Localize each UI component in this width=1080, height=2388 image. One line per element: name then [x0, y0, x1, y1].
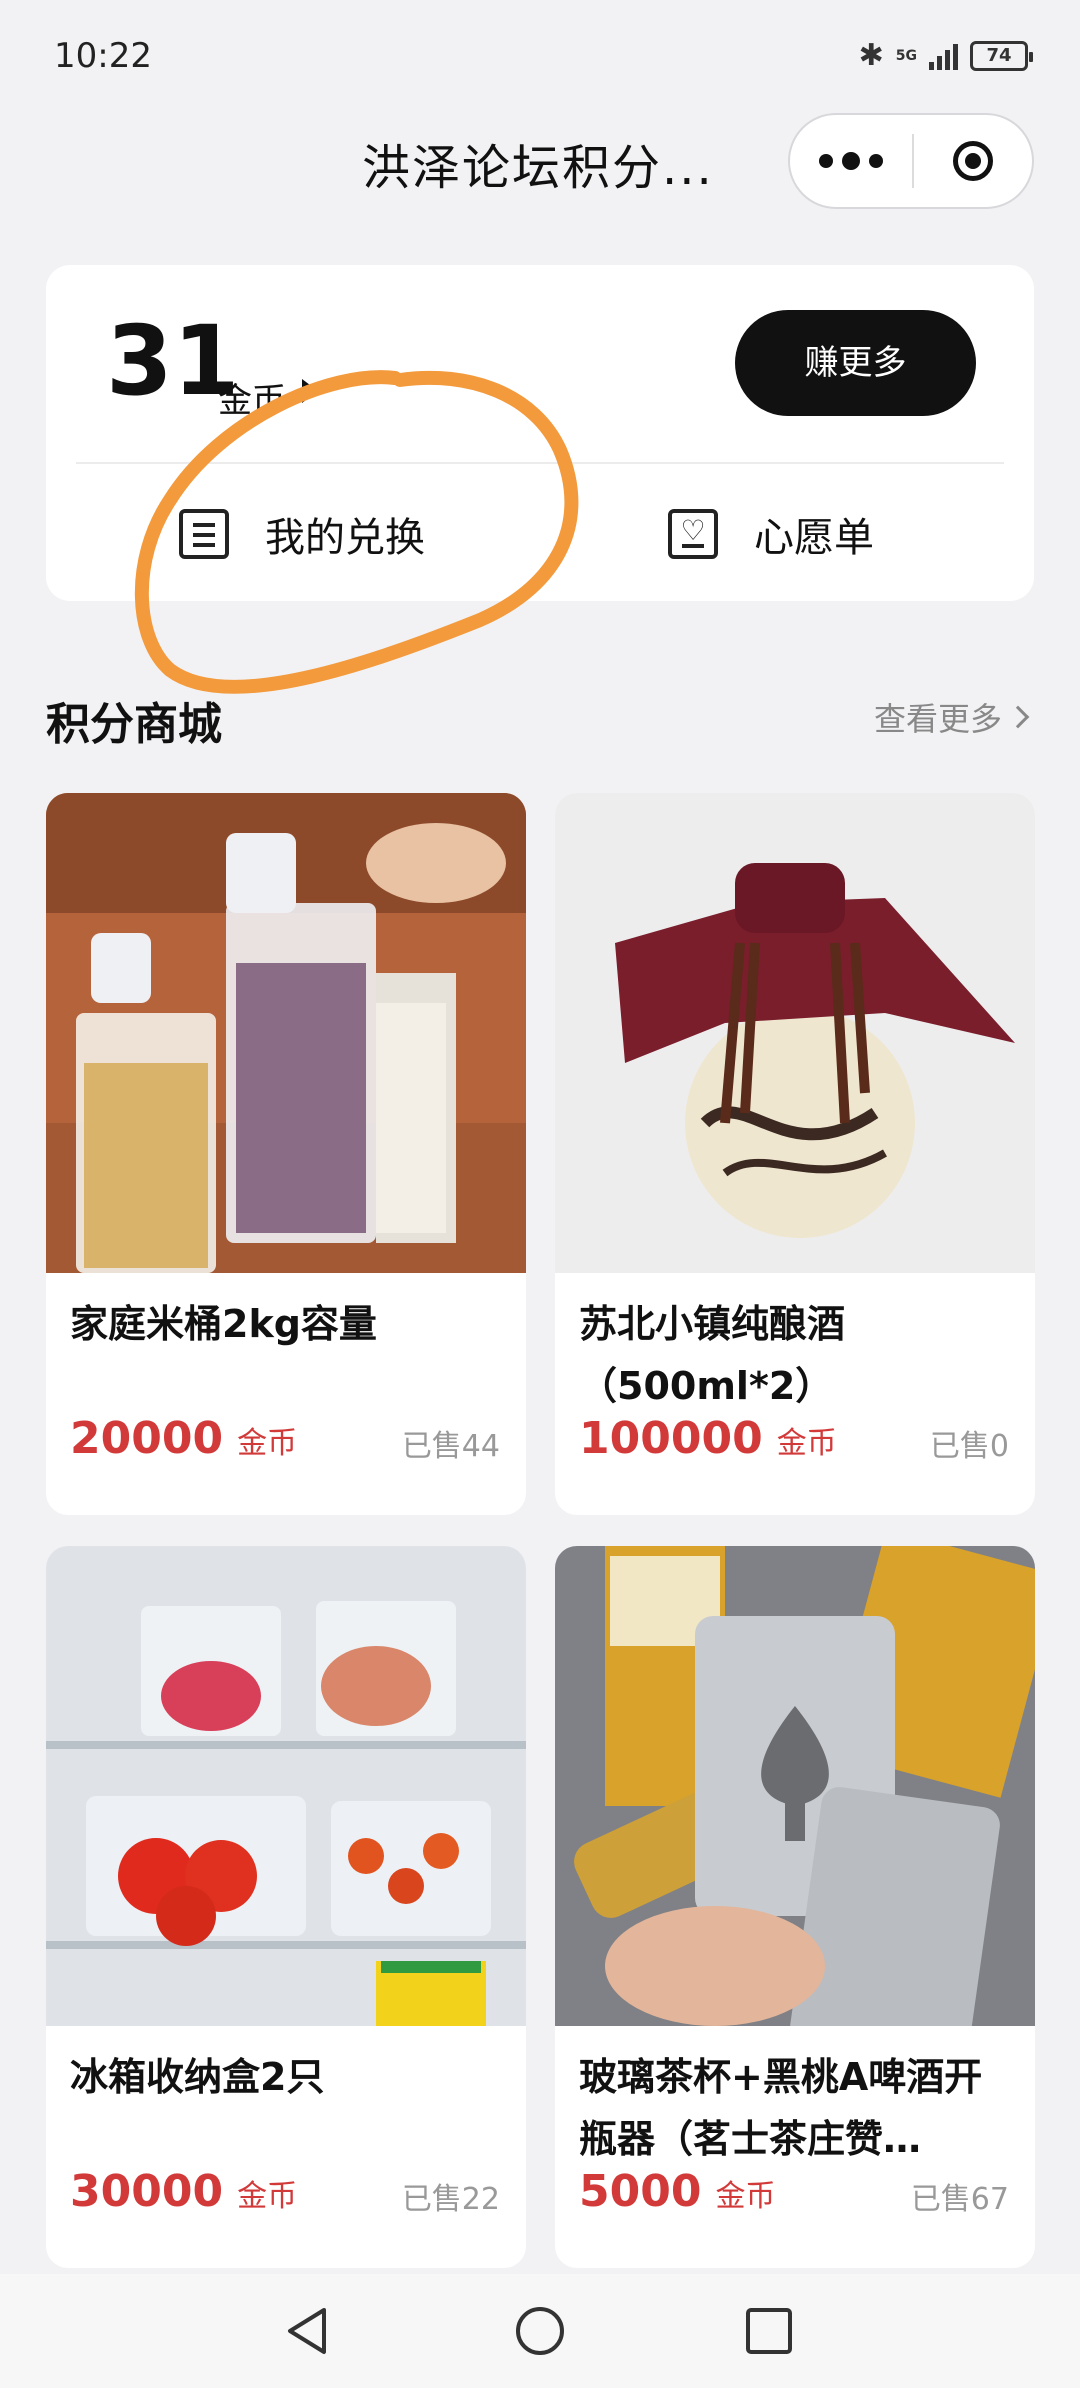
chevron-right-icon [1006, 705, 1030, 729]
product-name: 苏北小镇纯酿酒（500ml*2） [579, 1302, 846, 1408]
page-title: 洪泽论坛积分... [362, 140, 714, 196]
sold-count: 已售0 [929, 1429, 1009, 1464]
system-nav-bar [0, 2274, 1080, 2388]
product-price: 30000 金币 [70, 2166, 297, 2217]
status-time: 10:22 [54, 36, 152, 76]
network-type-label: 5G [895, 47, 917, 64]
my-exchange-label: 我的兑换 [265, 515, 425, 561]
view-more-link[interactable]: 查看更多 [873, 694, 1030, 740]
nav-recent-icon[interactable] [742, 2304, 796, 2358]
product-name: 冰箱收纳盒2只 [70, 2055, 325, 2099]
sold-count: 已售44 [401, 1429, 500, 1464]
rice-bucket-image [46, 793, 526, 1273]
mini-program-capsule [788, 113, 1034, 209]
product-name: 家庭米桶2kg容量 [70, 1302, 377, 1346]
price-unit: 金币 [237, 1426, 298, 1461]
wishlist-label: 心愿单 [754, 515, 874, 561]
nav-back-icon[interactable] [280, 2304, 334, 2358]
my-exchange-link[interactable]: 我的兑换 [179, 505, 425, 563]
wishlist-link[interactable]: 心愿单 [668, 505, 874, 563]
section-title: 积分商城 [46, 699, 222, 750]
points-card: 31 金币 赚更多 我的兑换 心愿单 [46, 265, 1034, 601]
price-value: 30000 [70, 2166, 224, 2217]
price-value: 20000 [70, 1413, 224, 1464]
view-more-label: 查看更多 [873, 700, 1002, 738]
close-target-icon[interactable] [914, 115, 1032, 207]
price-unit: 金币 [237, 2179, 298, 2214]
screen: 10:22 ✱ 5G 74 洪泽论坛积分... 31 金币 赚更多 我的兑换 心… [0, 0, 1080, 2388]
exchange-list-icon [179, 509, 229, 559]
bottle-opener-image [555, 1546, 1035, 2026]
more-dots-icon[interactable] [790, 115, 912, 207]
nav-home-icon[interactable] [513, 2304, 567, 2358]
sold-count: 已售67 [910, 2182, 1009, 2217]
fridge-box-image [46, 1546, 526, 2026]
product-card[interactable]: 苏北小镇纯酿酒（500ml*2） 100000 金币 已售0 [555, 793, 1035, 1515]
battery-icon: 74 [970, 40, 1033, 71]
caret-right-icon[interactable] [302, 379, 318, 403]
product-card[interactable]: 家庭米桶2kg容量 20000 金币 已售44 [46, 793, 526, 1515]
product-name: 玻璃茶杯+黑桃A啤酒开瓶器（茗士茶庄赞… [579, 2055, 983, 2161]
product-card[interactable]: 冰箱收纳盒2只 30000 金币 已售22 [46, 1546, 526, 2268]
product-price: 5000 金币 [579, 2166, 775, 2217]
price-value: 5000 [579, 2166, 702, 2217]
product-price: 100000 金币 [579, 1413, 837, 1464]
status-bar: 10:22 ✱ 5G 74 [0, 0, 1080, 110]
product-card[interactable]: 玻璃茶杯+黑桃A啤酒开瓶器（茗士茶庄赞… 5000 金币 已售67 [555, 1546, 1035, 2268]
wine-jar-image [555, 793, 1035, 1273]
price-unit: 金币 [776, 1426, 837, 1461]
card-divider [76, 462, 1004, 464]
status-icons: ✱ 5G 74 [858, 38, 1033, 73]
product-price: 20000 金币 [70, 1413, 297, 1464]
price-unit: 金币 [715, 2179, 776, 2214]
price-value: 100000 [579, 1413, 763, 1464]
sold-count: 已售22 [401, 2182, 500, 2217]
earn-more-button[interactable]: 赚更多 [735, 310, 976, 416]
points-unit[interactable]: 金币 [218, 373, 286, 422]
bluetooth-icon: ✱ [858, 38, 884, 73]
wishlist-heart-icon [668, 509, 718, 559]
signal-icon [929, 42, 958, 70]
